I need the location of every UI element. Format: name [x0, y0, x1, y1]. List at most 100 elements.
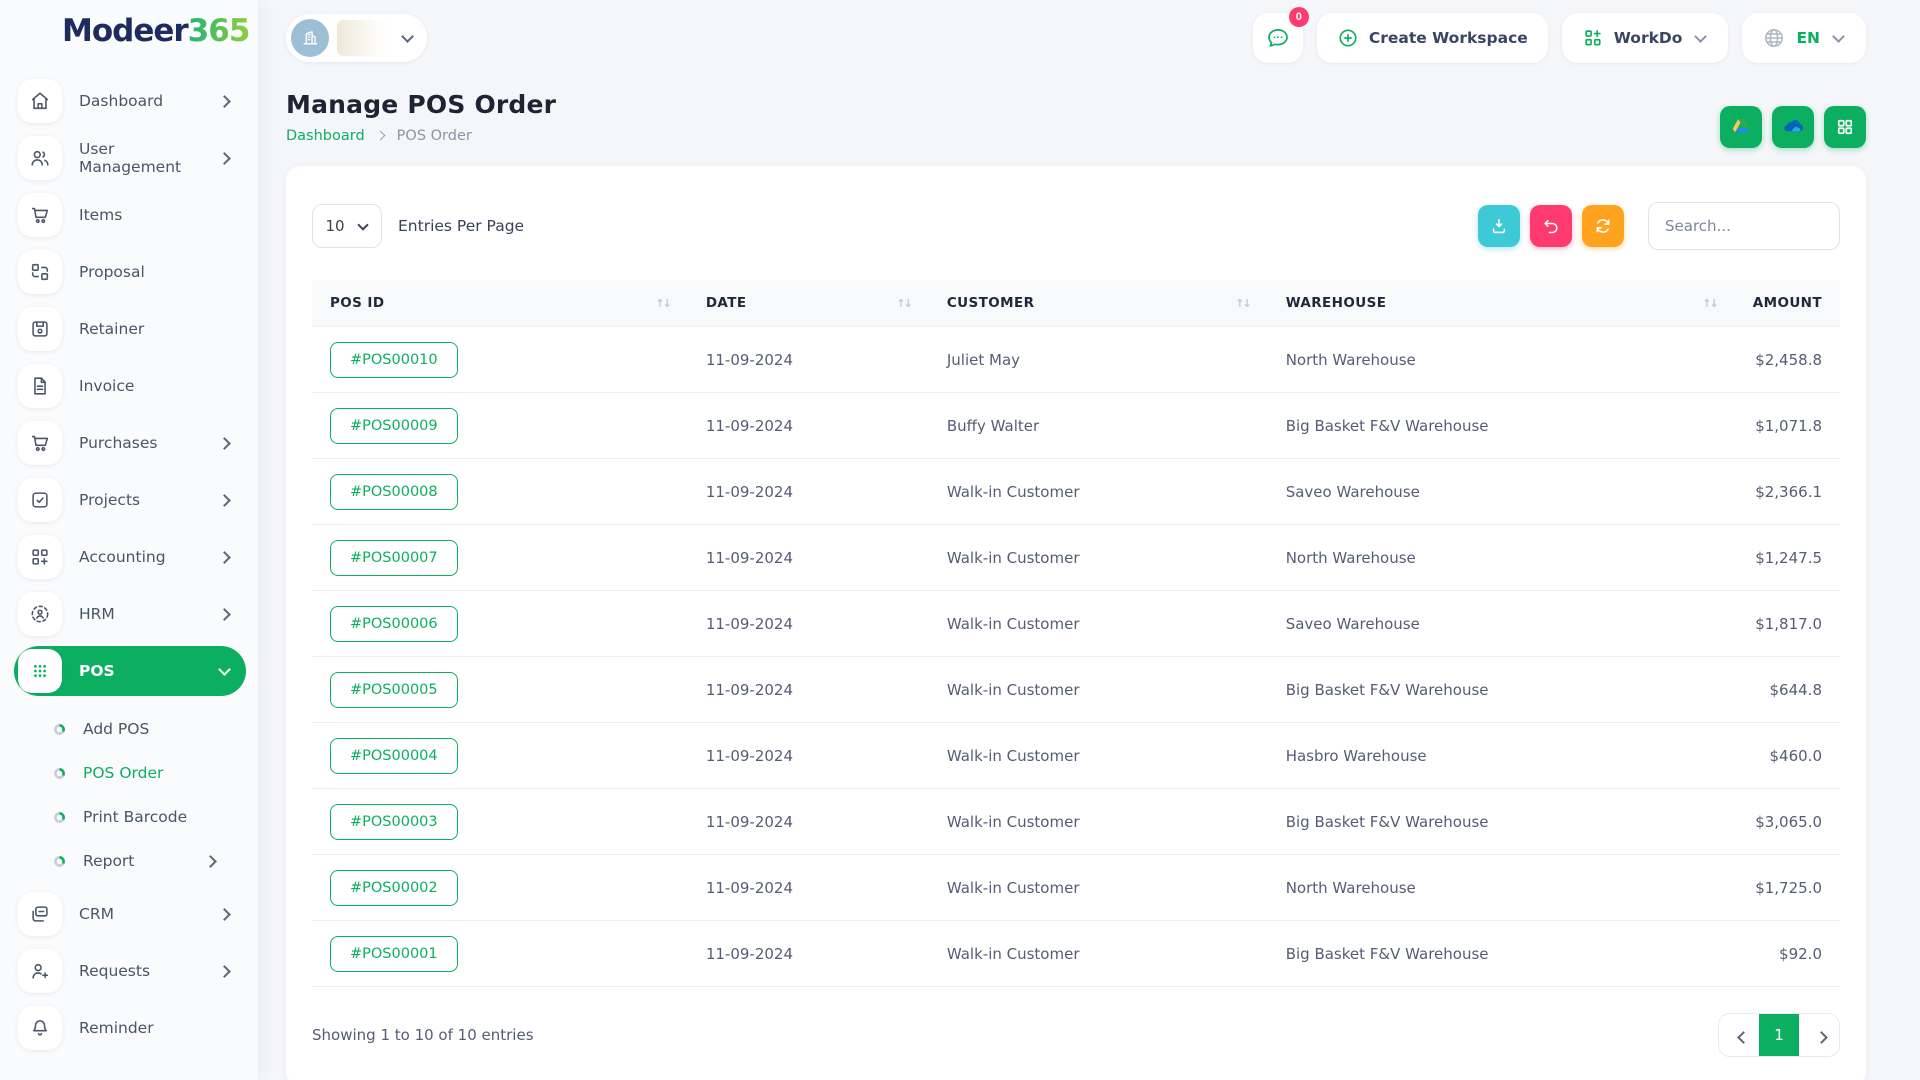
cell-warehouse: Saveo Warehouse [1267, 458, 1735, 525]
breadcrumb-dashboard-link[interactable]: Dashboard [286, 128, 365, 144]
current-page[interactable]: 1 [1759, 1014, 1799, 1056]
sidebar-item-reminder[interactable]: Reminder [14, 1003, 246, 1053]
workdo-dropdown[interactable]: WorkDo [1561, 13, 1729, 63]
submenu-item-pos-order[interactable]: POS Order [14, 751, 246, 795]
notification-badge: 0 [1288, 7, 1309, 27]
sort-icon[interactable]: ↑↓ [1235, 297, 1252, 310]
workspace-logo [337, 20, 393, 56]
sidebar-item-proposal[interactable]: Proposal [14, 247, 246, 297]
pos-id-badge[interactable]: #POS00002 [330, 869, 458, 906]
page-actions [1720, 106, 1866, 148]
bullet-icon [54, 811, 65, 823]
chevron-down-icon [399, 30, 415, 46]
google-drive-button[interactable] [1720, 106, 1762, 148]
projects-icon [18, 478, 62, 522]
sidebar-item-pos[interactable]: POS [14, 646, 246, 696]
table-row[interactable]: #POS00004 11-09-2024 Walk-in Customer Ha… [312, 722, 1840, 789]
sidebar-item-requests[interactable]: Requests [14, 946, 246, 996]
pos-id-badge[interactable]: #POS00005 [330, 671, 458, 708]
table-row[interactable]: #POS00001 11-09-2024 Walk-in Customer Bi… [312, 920, 1840, 987]
refresh-button[interactable] [1582, 205, 1624, 247]
sidebar-item-items[interactable]: Items [14, 190, 246, 240]
search-input[interactable] [1648, 202, 1840, 250]
submenu-item-add-pos[interactable]: Add POS [14, 707, 246, 751]
column-header-customer[interactable]: CUSTOMER ↑↓ [928, 280, 1268, 327]
pos-id-badge[interactable]: #POS00006 [330, 605, 458, 642]
table-row[interactable]: #POS00006 11-09-2024 Walk-in Customer Sa… [312, 590, 1840, 657]
export-button[interactable] [1478, 205, 1520, 247]
column-header-date[interactable]: DATE ↑↓ [687, 280, 929, 327]
language-code: EN [1796, 29, 1820, 47]
crm-icon [18, 892, 62, 936]
pos-id-badge[interactable]: #POS00007 [330, 539, 458, 576]
previous-page-button[interactable] [1719, 1014, 1759, 1056]
table-row[interactable]: #POS00005 11-09-2024 Walk-in Customer Bi… [312, 656, 1840, 723]
onedrive-button[interactable] [1772, 106, 1814, 148]
workspace-selector[interactable] [286, 14, 427, 62]
brand-logo[interactable]: Modeer365 [0, 0, 258, 62]
proposal-icon [18, 250, 62, 294]
grid-view-button[interactable] [1824, 106, 1866, 148]
table-row[interactable]: #POS00009 11-09-2024 Buffy Walter Big Ba… [312, 392, 1840, 459]
submenu-item-report[interactable]: Report [14, 839, 246, 883]
pos-id-badge[interactable]: #POS00003 [330, 803, 458, 840]
language-dropdown[interactable]: EN [1742, 13, 1866, 63]
sidebar-item-hrm[interactable]: HRM [14, 589, 246, 639]
column-header-amount[interactable]: AMOUNT [1734, 280, 1840, 327]
sidebar-item-retainer[interactable]: Retainer [14, 304, 246, 354]
table-row[interactable]: #POS00007 11-09-2024 Walk-in Customer No… [312, 524, 1840, 591]
table-row[interactable]: #POS00010 11-09-2024 Juliet May North Wa… [312, 326, 1840, 393]
cell-warehouse: North Warehouse [1267, 524, 1735, 591]
messages-button[interactable]: 0 [1252, 7, 1309, 63]
sidebar-nav: Dashboard User Management Items Proposal… [0, 62, 258, 1060]
breadcrumb: Dashboard POS Order [286, 128, 556, 144]
sidebar-item-dashboard[interactable]: Dashboard [14, 76, 246, 126]
table-row[interactable]: #POS00008 11-09-2024 Walk-in Customer Sa… [312, 458, 1840, 525]
cell-warehouse: Big Basket F&V Warehouse [1267, 920, 1735, 987]
cell-customer: Buffy Walter [928, 392, 1268, 459]
sort-icon[interactable]: ↑↓ [1702, 297, 1719, 310]
column-header-warehouse[interactable]: WAREHOUSE ↑↓ [1267, 280, 1735, 327]
cart-icon [18, 193, 62, 237]
sidebar-item-user-management[interactable]: User Management [14, 133, 246, 183]
page-title: Manage POS Order [286, 90, 557, 119]
chevron-left-icon [1733, 1029, 1745, 1041]
column-header-pos-id[interactable]: POS ID ↑↓ [312, 280, 688, 327]
cell-warehouse: North Warehouse [1267, 326, 1735, 393]
cell-amount: $92.0 [1734, 920, 1840, 987]
cell-customer: Walk-in Customer [928, 590, 1268, 657]
sidebar-item-accounting[interactable]: Accounting [14, 532, 246, 582]
cell-date: 11-09-2024 [687, 920, 929, 987]
sidebar-item-projects[interactable]: Projects [14, 475, 246, 525]
pos-id-badge[interactable]: #POS00008 [330, 473, 458, 510]
submenu-item-print-barcode[interactable]: Print Barcode [14, 795, 246, 839]
sidebar-item-invoice[interactable]: Invoice [14, 361, 246, 411]
sort-icon[interactable]: ↑↓ [655, 297, 672, 310]
table-row[interactable]: #POS00002 11-09-2024 Walk-in Customer No… [312, 854, 1840, 921]
sidebar-item-purchases[interactable]: Purchases [14, 418, 246, 468]
main-area: 0 Create Workspace WorkDo EN Manage POS … [258, 0, 1920, 1080]
pos-id-badge[interactable]: #POS00004 [330, 737, 458, 774]
chevron-down-icon [216, 663, 232, 679]
topbar-actions: 0 Create Workspace WorkDo EN [1252, 7, 1866, 63]
cell-date: 11-09-2024 [687, 656, 929, 723]
cell-warehouse: Big Basket F&V Warehouse [1267, 788, 1735, 855]
chevron-right-icon [216, 606, 232, 622]
bullet-icon [54, 767, 65, 779]
entries-per-page-select[interactable]: 10 [312, 204, 382, 248]
apps-grid-icon [1582, 27, 1604, 49]
chevron-down-icon [1830, 30, 1846, 46]
chevron-right-icon [202, 853, 218, 869]
next-page-button[interactable] [1799, 1014, 1839, 1056]
cell-date: 11-09-2024 [687, 326, 929, 393]
create-workspace-button[interactable]: Create Workspace [1316, 13, 1548, 63]
pos-id-badge[interactable]: #POS00009 [330, 407, 458, 444]
retainer-icon [18, 307, 62, 351]
sidebar-item-crm[interactable]: CRM [14, 889, 246, 939]
undo-button[interactable] [1530, 205, 1572, 247]
pos-id-badge[interactable]: #POS00001 [330, 935, 458, 972]
sort-icon[interactable]: ↑↓ [896, 297, 913, 310]
cell-customer: Walk-in Customer [928, 854, 1268, 921]
pos-id-badge[interactable]: #POS00010 [330, 341, 458, 378]
table-row[interactable]: #POS00003 11-09-2024 Walk-in Customer Bi… [312, 788, 1840, 855]
